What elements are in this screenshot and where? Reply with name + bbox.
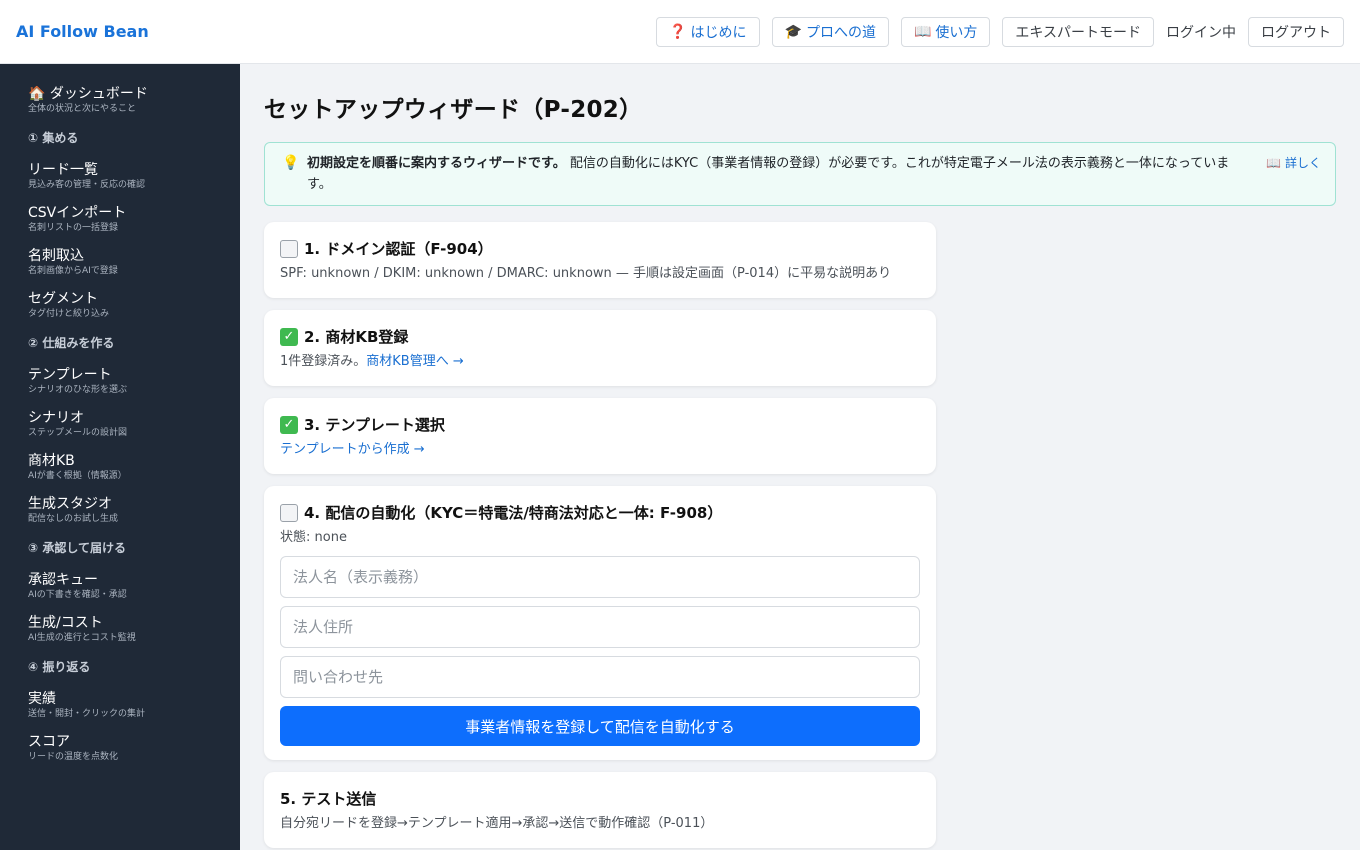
contact-input[interactable]: [280, 656, 920, 698]
unchecked-box-icon: [280, 239, 298, 258]
top-nav: ❓ はじめに 🎓 プロへの道 📖 使い方 エキスパートモード ログイン中 ログア…: [656, 16, 1344, 47]
step-title: 3. テンプレート選択: [304, 416, 445, 434]
page-title: セットアップウィザード（P-202）: [264, 97, 643, 123]
info-banner-lead: 初期設定を順番に案内するウィザードです。: [307, 156, 566, 171]
login-status: ログイン中: [1166, 24, 1236, 41]
question-icon: ❓: [669, 23, 687, 40]
sidebar-item-desc: タグ付けと絞り込み: [28, 309, 110, 319]
road-to-pro-label: プロへの道: [805, 24, 876, 41]
register-kyc-button[interactable]: 事業者情報を登録して配信を自動化する: [280, 706, 920, 746]
sidebar-group-heading: ④ 振り返る: [28, 660, 91, 674]
step-description: 自分宛リードを登録→テンプレート適用→承認→送信で動作確認（P-011）: [280, 816, 714, 831]
sidebar-item-results[interactable]: 実績 送信・開封・クリックの集計: [0, 691, 240, 720]
sidebar-item-desc: 配信なしのお試し生成: [28, 514, 119, 524]
sidebar-item-business-card[interactable]: 名刺取込 名刺画像からAIで登録: [0, 248, 240, 277]
top-bar: AI Follow Bean ❓ はじめに 🎓 プロへの道 📖 使い方 エキスパ…: [0, 0, 1360, 64]
expert-mode-button[interactable]: エキスパートモード: [1002, 16, 1154, 47]
getting-started-label: はじめに: [690, 24, 747, 41]
sidebar-item-desc: AI生成の進行とコスト監視: [28, 633, 136, 643]
info-banner: 💡 初期設定を順番に案内するウィザードです。 配信の自動化にはKYC（事業者情報…: [264, 142, 1336, 206]
sidebar-item-label: CSVインポート: [28, 205, 127, 221]
sidebar-item-studio[interactable]: 生成スタジオ 配信なしのお試し生成: [0, 496, 240, 525]
product-kb-link[interactable]: 商材KB管理へ →: [366, 354, 463, 369]
sidebar-item-csv-import[interactable]: CSVインポート 名刺リストの一括登録: [0, 205, 240, 234]
company-address-input[interactable]: [280, 606, 920, 648]
step-description: 1件登録済み。: [280, 354, 367, 369]
sidebar-item-desc: ステップメールの設計図: [28, 428, 128, 438]
step-description: SPF: unknown / DKIM: unknown / DMARC: un…: [280, 266, 892, 281]
sidebar-item-templates[interactable]: テンプレート シナリオのひな形を選ぶ: [0, 367, 240, 396]
sidebar-item-label: テンプレート: [28, 367, 112, 383]
sidebar-item-label: セグメント: [28, 291, 98, 307]
house-icon: 🏠: [28, 86, 46, 102]
wizard-step-kyc: 4. 配信の自動化（KYC＝特電法/特商法対応と一体: F-908） 状態: n…: [264, 486, 936, 760]
check-mark-icon: ✓: [280, 415, 298, 434]
sidebar-item-label: ダッシュボード: [49, 86, 148, 102]
wizard-step-template: ✓ 3. テンプレート選択 テンプレートから作成 →: [264, 398, 936, 474]
sidebar-item-label: 承認キュー: [28, 572, 98, 588]
sidebar-item-label: リード一覧: [28, 162, 98, 178]
wizard-step-product-kb: ✓ 2. 商材KB登録 1件登録済み。商材KB管理へ →: [264, 310, 936, 386]
sidebar-item-desc: リードの温度を点数化: [28, 752, 119, 762]
road-to-pro-button[interactable]: 🎓 プロへの道: [771, 16, 889, 47]
sidebar-item-label: 実績: [28, 691, 56, 707]
company-name-input[interactable]: [280, 556, 920, 598]
unchecked-box-icon: [280, 503, 298, 522]
sidebar-item-scenario[interactable]: シナリオ ステップメールの設計図: [0, 410, 240, 439]
step-title: 2. 商材KB登録: [304, 328, 409, 346]
sidebar-item-label: スコア: [28, 734, 70, 750]
sidebar-item-label: 名刺取込: [28, 248, 84, 264]
getting-started-button[interactable]: ❓ はじめに: [656, 16, 760, 47]
sidebar-group-heading: ② 仕組みを作る: [28, 336, 115, 350]
sidebar-item-desc: 全体の状況と次にやること: [28, 104, 137, 114]
sidebar-item-score[interactable]: スコア リードの温度を点数化: [0, 734, 240, 763]
step-title: 1. ドメイン認証（F-904）: [304, 240, 493, 258]
wizard-step-test-send: 5. テスト送信 自分宛リードを登録→テンプレート適用→承認→送信で動作確認（P…: [264, 772, 936, 848]
wizard-step-domain-auth: 1. ドメイン認証（F-904） SPF: unknown / DKIM: un…: [264, 222, 936, 298]
details-link[interactable]: 📖 詳しく: [1266, 153, 1321, 174]
sidebar-item-generation-cost[interactable]: 生成/コスト AI生成の進行とコスト監視: [0, 615, 240, 644]
sidebar-item-approval-queue[interactable]: 承認キュー AIの下書きを確認・承認: [0, 572, 240, 601]
sidebar-item-desc: AIの下書きを確認・承認: [28, 590, 127, 600]
sidebar-group-heading: ③ 承認して届ける: [28, 541, 126, 555]
kyc-status: 状態: none: [280, 530, 347, 545]
main-content: セットアップウィザード（P-202） 💡 初期設定を順番に案内するウィザードです…: [240, 64, 1360, 850]
sidebar-item-label: 生成/コスト: [28, 615, 103, 631]
graduation-cap-icon: 🎓: [784, 23, 802, 40]
book-icon: 📖: [913, 23, 932, 40]
create-from-template-link[interactable]: テンプレートから作成 →: [280, 442, 425, 457]
sidebar-item-desc: 名刺リストの一括登録: [28, 223, 119, 233]
step-title: 4. 配信の自動化（KYC＝特電法/特商法対応と一体: F-908）: [304, 504, 723, 522]
sidebar-item-segment[interactable]: セグメント タグ付けと絞り込み: [0, 291, 240, 320]
sidebar-item-leads[interactable]: リード一覧 見込み客の管理・反応の確認: [0, 162, 240, 191]
step-title: 5. テスト送信: [280, 790, 377, 808]
sidebar-item-desc: 見込み客の管理・反応の確認: [28, 180, 146, 190]
brand-logo[interactable]: AI Follow Bean: [16, 22, 149, 41]
sidebar-item-product-kb[interactable]: 商材KB AIが書く根拠（情報源）: [0, 453, 240, 482]
sidebar-item-dashboard[interactable]: 🏠 ダッシュボード 全体の状況と次にやること: [0, 86, 240, 115]
sidebar-item-desc: 名刺画像からAIで登録: [28, 266, 118, 276]
sidebar-item-desc: シナリオのひな形を選ぶ: [28, 385, 128, 395]
logout-button[interactable]: ログアウト: [1248, 16, 1344, 47]
sidebar-item-label: シナリオ: [28, 410, 84, 426]
sidebar-item-desc: 送信・開封・クリックの集計: [28, 709, 146, 719]
sidebar-item-label: 生成スタジオ: [28, 496, 112, 512]
sidebar-item-label: 商材KB: [28, 453, 75, 469]
lightbulb-icon: 💡: [282, 155, 300, 171]
sidebar: 🏠 ダッシュボード 全体の状況と次にやること ① 集める リード一覧 見込み客の…: [0, 64, 240, 850]
sidebar-item-desc: AIが書く根拠（情報源）: [28, 471, 127, 481]
how-to-use-label: 使い方: [935, 24, 978, 41]
how-to-use-button[interactable]: 📖 使い方: [900, 16, 991, 47]
sidebar-group-heading: ① 集める: [28, 131, 79, 145]
check-mark-icon: ✓: [280, 327, 298, 346]
